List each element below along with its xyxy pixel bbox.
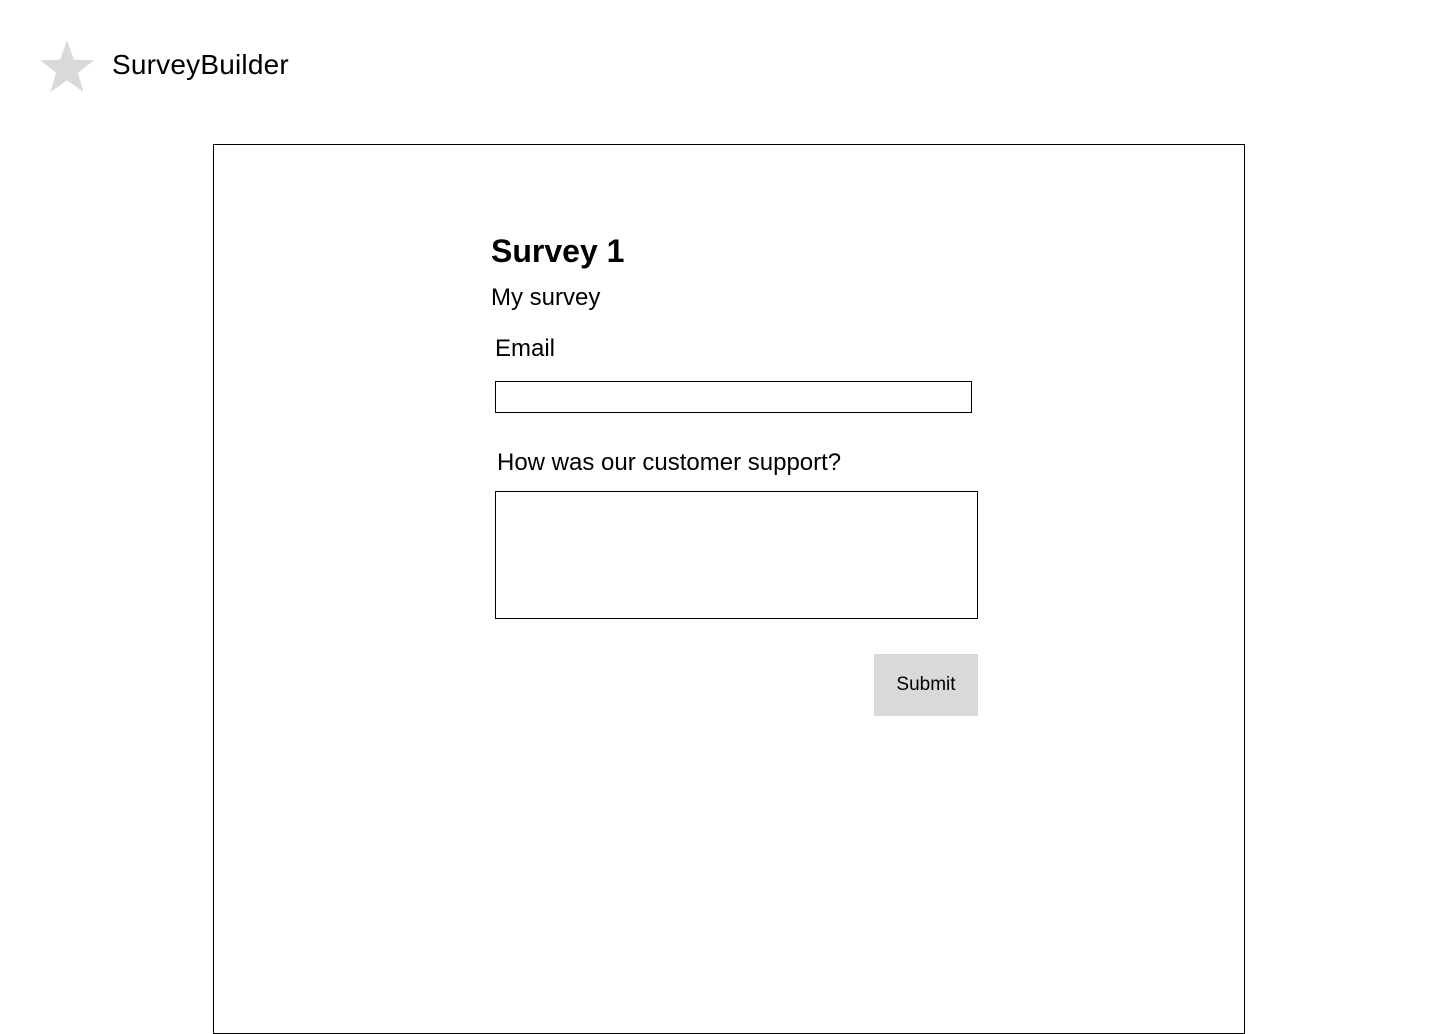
survey-title: Survey 1 [491,233,625,269]
customer-support-question-label: How was our customer support? [497,449,842,476]
survey-panel: Survey 1 My survey Email How was our cus… [213,144,1245,1034]
app-header: SurveyBuilder [0,0,1440,130]
survey-description: My survey [491,284,601,311]
customer-support-textarea[interactable] [495,491,978,619]
star-icon [40,40,94,92]
submit-button[interactable]: Submit [874,654,978,716]
email-label: Email [495,335,556,362]
app-name: SurveyBuilder [112,49,289,80]
email-field[interactable] [495,381,972,413]
